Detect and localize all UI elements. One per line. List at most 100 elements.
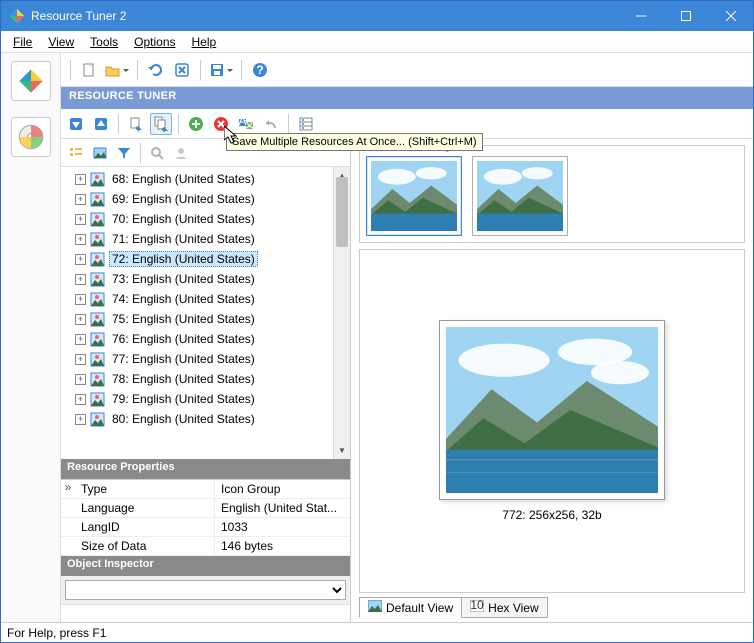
tree-view-list-button[interactable] <box>65 142 87 164</box>
menu-file[interactable]: File <box>5 33 40 51</box>
resource-icon <box>90 192 105 207</box>
delete-resource-button[interactable] <box>210 113 232 135</box>
tree-item[interactable]: +73: English (United States) <box>61 269 350 289</box>
tree-expand-icon[interactable]: + <box>75 354 86 365</box>
property-row[interactable]: »TypeIcon Group <box>61 480 350 499</box>
resource-tree[interactable]: +68: English (United States)+69: English… <box>61 167 350 459</box>
tree-search-button[interactable] <box>146 142 168 164</box>
properties-button[interactable] <box>295 113 317 135</box>
tree-item[interactable]: +77: English (United States) <box>61 349 350 369</box>
minimize-button[interactable] <box>618 1 663 31</box>
picture-icon <box>368 600 382 615</box>
tree-item-label: 79: English (United States) <box>109 392 258 406</box>
tree-item[interactable]: +80: English (United States) <box>61 409 350 429</box>
tree-expand-icon[interactable]: + <box>75 334 86 345</box>
property-chevron-icon <box>61 518 75 536</box>
app-icon <box>9 8 25 24</box>
svg-text:文: 文 <box>243 116 254 131</box>
tree-item[interactable]: +68: English (United States) <box>61 169 350 189</box>
tree-item-label: 68: English (United States) <box>109 172 258 186</box>
preview-image-frame <box>439 320 665 500</box>
tree-expand-icon[interactable]: + <box>75 314 86 325</box>
tree-expand-icon[interactable]: + <box>75 274 86 285</box>
tree-view-image-button[interactable] <box>89 142 111 164</box>
resource-icon <box>90 232 105 247</box>
status-text: For Help, press F1 <box>7 626 106 640</box>
tab-hex-view[interactable]: 0101 Hex View <box>462 597 547 618</box>
resource-properties-header: Resource Properties <box>61 459 350 479</box>
menu-help[interactable]: Help <box>184 33 225 51</box>
tree-item[interactable]: +79: English (United States) <box>61 389 350 409</box>
save-resource-button[interactable] <box>125 113 147 135</box>
refresh-button[interactable] <box>145 59 167 81</box>
close-button[interactable] <box>708 1 753 31</box>
menu-view[interactable]: View <box>40 33 82 51</box>
open-file-button[interactable] <box>104 59 130 81</box>
tree-filter-button[interactable] <box>113 142 135 164</box>
tree-item-label: 80: English (United States) <box>109 412 258 426</box>
tree-item[interactable]: +72: English (United States) <box>61 249 350 269</box>
property-row[interactable]: LanguageEnglish (United Stat... <box>61 499 350 518</box>
tree-item[interactable]: +78: English (United States) <box>61 369 350 389</box>
property-row[interactable]: LangID1033 <box>61 518 350 537</box>
tree-item-label: 69: English (United States) <box>109 192 258 206</box>
view-tabs: Default View 0101 Hex View <box>359 597 745 618</box>
menu-options[interactable]: Options <box>126 33 183 51</box>
undo-button[interactable] <box>260 113 282 135</box>
property-key: Type <box>75 480 215 498</box>
tree-item-label: 77: English (United States) <box>109 352 258 366</box>
tree-expand-icon[interactable]: + <box>75 294 86 305</box>
tree-item[interactable]: +75: English (United States) <box>61 309 350 329</box>
tree-expand-icon[interactable]: + <box>75 194 86 205</box>
tree-expand-icon[interactable]: + <box>75 214 86 225</box>
stop-button[interactable] <box>171 59 193 81</box>
tree-user-button[interactable] <box>170 142 192 164</box>
tree-item-label: 70: English (United States) <box>109 212 258 226</box>
save-multiple-resources-button[interactable] <box>150 113 172 135</box>
tree-scrollbar[interactable]: ▲▼ <box>333 167 350 459</box>
resource-icon <box>90 412 105 427</box>
tree-expand-icon[interactable]: + <box>75 374 86 385</box>
object-inspector-select[interactable] <box>65 580 346 600</box>
tree-expand-icon[interactable]: + <box>75 234 86 245</box>
help-button[interactable]: ? <box>249 59 271 81</box>
menu-tools[interactable]: Tools <box>82 33 126 51</box>
property-key: LangID <box>75 518 215 536</box>
titlebar: Resource Tuner 2 <box>1 1 753 31</box>
move-up-button[interactable] <box>90 113 112 135</box>
svg-text:?: ? <box>256 63 263 77</box>
tree-item-label: 71: English (United States) <box>109 232 258 246</box>
strip-disc-icon[interactable] <box>11 117 51 157</box>
resource-icon <box>90 272 105 287</box>
tree-expand-icon[interactable]: + <box>75 394 86 405</box>
tree-item[interactable]: +70: English (United States) <box>61 209 350 229</box>
strip-resource-editor-icon[interactable] <box>11 61 51 101</box>
property-key: Language <box>75 499 215 517</box>
tree-item[interactable]: +69: English (United States) <box>61 189 350 209</box>
tree-expand-icon[interactable]: + <box>75 174 86 185</box>
statusbar: For Help, press F1 <box>1 622 753 642</box>
tree-item-label: 78: English (United States) <box>109 372 258 386</box>
tree-expand-icon[interactable]: + <box>75 414 86 425</box>
tab-default-view[interactable]: Default View <box>359 597 462 618</box>
left-pane: +68: English (United States)+69: English… <box>61 139 351 622</box>
property-chevron-icon: » <box>61 480 75 498</box>
tab-hex-view-label: Hex View <box>488 601 538 615</box>
property-chevron-icon <box>61 499 75 517</box>
tree-item[interactable]: +74: English (United States) <box>61 289 350 309</box>
svg-text:0101: 0101 <box>470 600 484 612</box>
new-file-button[interactable] <box>78 59 100 81</box>
thumbnail-2[interactable] <box>472 156 568 236</box>
tree-item[interactable]: +71: English (United States) <box>61 229 350 249</box>
property-chevron-icon <box>61 537 75 555</box>
maximize-button[interactable] <box>663 1 708 31</box>
translate-button[interactable]: A文 <box>235 113 257 135</box>
save-button[interactable] <box>208 59 234 81</box>
thumbnail-1[interactable] <box>366 156 462 236</box>
property-value: 146 bytes <box>215 537 350 555</box>
tree-expand-icon[interactable]: + <box>75 254 86 265</box>
move-down-button[interactable] <box>65 113 87 135</box>
property-row[interactable]: Size of Data146 bytes <box>61 537 350 556</box>
add-resource-button[interactable] <box>185 113 207 135</box>
tree-item[interactable]: +76: English (United States) <box>61 329 350 349</box>
